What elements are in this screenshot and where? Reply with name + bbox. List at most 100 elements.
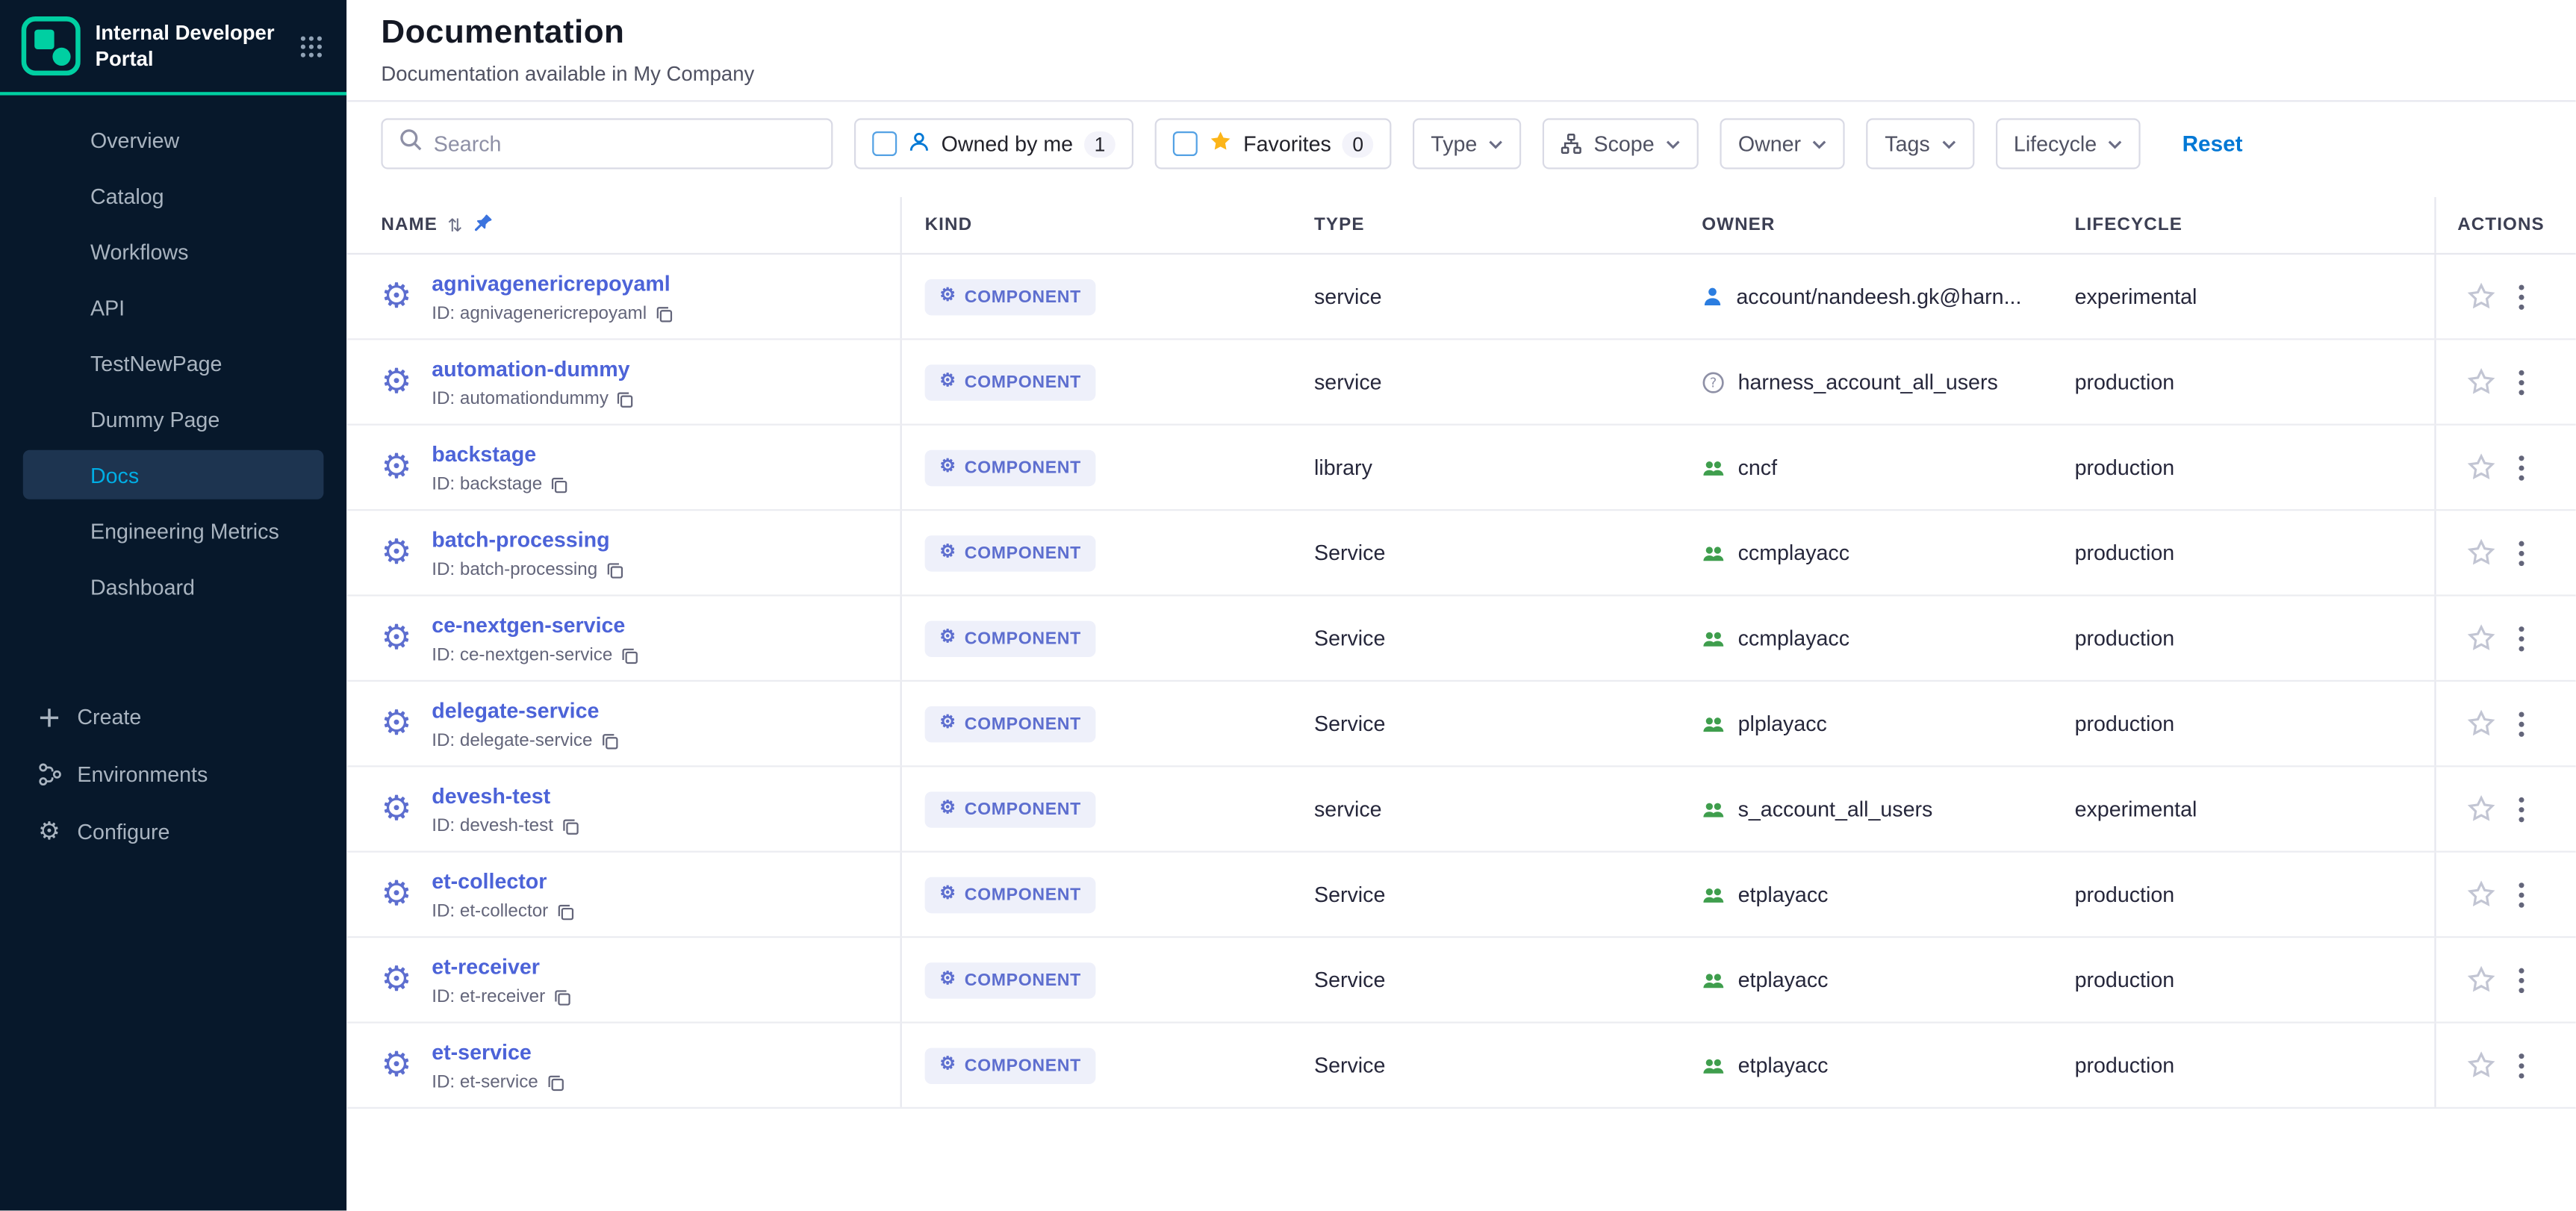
favorite-star-icon[interactable]	[2467, 539, 2495, 567]
name-block: ce-nextgen-service ID: ce-nextgen-servic…	[432, 611, 638, 665]
sidebar-item-environments[interactable]: Environments	[23, 746, 324, 803]
favorite-star-icon[interactable]	[2467, 1051, 2495, 1079]
copy-icon[interactable]	[550, 476, 568, 494]
search-box[interactable]	[381, 118, 833, 169]
sidebar-item-engineering-metrics[interactable]: Engineering Metrics	[23, 506, 324, 555]
owned-by-me-label: Owned by me	[942, 131, 1073, 156]
favorite-star-icon[interactable]	[2467, 966, 2495, 994]
search-input[interactable]	[434, 131, 815, 156]
owned-by-me-filter[interactable]: Owned by me 1	[854, 118, 1133, 169]
copy-icon[interactable]	[547, 1074, 564, 1092]
filter-dropdown-scope[interactable]: Scope	[1543, 118, 1699, 169]
entity-name-link[interactable]: backstage	[432, 442, 536, 467]
owned-by-me-checkbox[interactable]	[872, 131, 897, 156]
favorites-filter[interactable]: Favorites 0	[1154, 118, 1391, 169]
sidebar-item-docs[interactable]: Docs	[23, 450, 324, 499]
actions-cell	[2434, 767, 2575, 850]
favorites-count: 0	[1343, 131, 1373, 157]
lifecycle-value: production	[2075, 882, 2175, 906]
type-value: service	[1314, 370, 1382, 394]
reset-filters-link[interactable]: Reset	[2183, 131, 2243, 156]
kebab-menu-icon[interactable]	[2519, 284, 2525, 310]
entity-id: ID: backstage	[432, 475, 542, 494]
kebab-menu-icon[interactable]	[2519, 369, 2525, 395]
kebab-menu-icon[interactable]	[2519, 796, 2525, 822]
sidebar-item-dashboard[interactable]: Dashboard	[23, 561, 324, 611]
filter-bar: Owned by me 1 Favorites 0 Type Scope Owner…	[346, 118, 2575, 169]
filter-dropdown-owner[interactable]: Owner	[1720, 118, 1846, 169]
filter-dropdown-lifecycle[interactable]: Lifecycle	[1996, 118, 2141, 169]
kebab-menu-icon[interactable]	[2519, 1052, 2525, 1078]
favorite-star-icon[interactable]	[2467, 709, 2495, 737]
group-icon	[1702, 626, 1725, 650]
copy-icon[interactable]	[553, 988, 571, 1006]
component-gear-icon: ⚙	[381, 535, 411, 570]
sort-arrows-icon[interactable]: ⇅	[447, 214, 463, 236]
kebab-menu-icon[interactable]	[2519, 967, 2525, 993]
name-block: delegate-service ID: delegate-service	[432, 697, 618, 751]
entity-name-link[interactable]: et-service	[432, 1040, 532, 1065]
copy-icon[interactable]	[561, 818, 579, 835]
type-value: Service	[1314, 712, 1385, 736]
sidebar-item-api[interactable]: API	[23, 282, 324, 331]
sidebar-item-label: Docs	[90, 462, 139, 487]
kind-cell: ⚙ COMPONENT	[902, 706, 1291, 741]
column-header-type: TYPE	[1291, 197, 1679, 253]
lifecycle-cell: production	[2052, 1053, 2435, 1077]
favorite-star-icon[interactable]	[2467, 368, 2495, 396]
filter-dropdown-tags[interactable]: Tags	[1867, 118, 1974, 169]
copy-icon[interactable]	[600, 732, 618, 750]
entity-name-link[interactable]: et-collector	[432, 869, 547, 894]
kebab-menu-icon[interactable]	[2519, 454, 2525, 480]
favorite-star-icon[interactable]	[2467, 880, 2495, 908]
column-header-owner: OWNER	[1679, 197, 2051, 253]
lifecycle-value: production	[2075, 541, 2175, 565]
favorite-star-icon[interactable]	[2467, 795, 2495, 823]
filter-dropdown-type[interactable]: Type	[1413, 118, 1522, 169]
entity-name-link[interactable]: devesh-test	[432, 783, 550, 808]
apps-grid-icon[interactable]	[296, 31, 327, 62]
sidebar-item-overview[interactable]: Overview	[23, 115, 324, 164]
table-row: ⚙ agnivagenericrepoyaml ID: agnivageneri…	[346, 255, 2575, 340]
entity-id: ID: et-receiver	[432, 987, 545, 1006]
favorite-star-icon[interactable]	[2467, 624, 2495, 652]
entity-name-link[interactable]: delegate-service	[432, 698, 599, 723]
sidebar-item-dummy-page[interactable]: Dummy Page	[23, 394, 324, 443]
page-header: Documentation Documentation available in…	[346, 0, 2575, 102]
entity-name-link[interactable]: agnivagenericrepoyaml	[432, 271, 671, 296]
sidebar-item-create[interactable]: Create	[23, 688, 324, 746]
favorite-star-icon[interactable]	[2467, 453, 2495, 481]
sidebar-item-configure[interactable]: ⚙Configure	[23, 803, 324, 861]
entity-name-link[interactable]: automation-dummy	[432, 356, 629, 381]
pin-icon[interactable]	[473, 213, 493, 237]
owner-cell: ? harness_account_all_users	[1679, 370, 2051, 394]
entity-name-link[interactable]: et-receiver	[432, 954, 540, 979]
component-gear-icon: ⚙	[381, 877, 411, 912]
kebab-menu-icon[interactable]	[2519, 711, 2525, 737]
column-label: KIND	[925, 215, 973, 234]
kebab-menu-icon[interactable]	[2519, 540, 2525, 566]
group-icon	[1702, 541, 1725, 564]
copy-icon[interactable]	[606, 561, 623, 579]
favorites-checkbox[interactable]	[1173, 131, 1198, 156]
kebab-menu-icon[interactable]	[2519, 625, 2525, 651]
column-header-actions: ACTIONS	[2434, 197, 2575, 253]
name-cell: ⚙ et-collector ID: et-collector	[346, 853, 902, 936]
copy-icon[interactable]	[617, 390, 635, 408]
owner-value: s_account_all_users	[1738, 797, 1933, 821]
gear-icon: ⚙	[939, 885, 956, 903]
copy-icon[interactable]	[556, 903, 574, 921]
kebab-menu-icon[interactable]	[2519, 881, 2525, 907]
name-block: batch-processing ID: batch-processing	[432, 526, 623, 580]
favorite-star-icon[interactable]	[2467, 282, 2495, 310]
gear-icon: ⚙	[939, 287, 956, 305]
copy-icon[interactable]	[655, 305, 673, 323]
entity-name-link[interactable]: ce-nextgen-service	[432, 613, 625, 638]
sidebar-item-catalog[interactable]: Catalog	[23, 171, 324, 220]
sidebar-item-testnewpage[interactable]: TestNewPage	[23, 338, 324, 387]
entity-name-link[interactable]: batch-processing	[432, 527, 609, 552]
help-icon: ?	[1702, 370, 1725, 393]
copy-icon[interactable]	[620, 647, 638, 664]
sidebar-item-workflows[interactable]: Workflows	[23, 227, 324, 276]
column-header-name[interactable]: NAME ⇅	[346, 197, 902, 253]
